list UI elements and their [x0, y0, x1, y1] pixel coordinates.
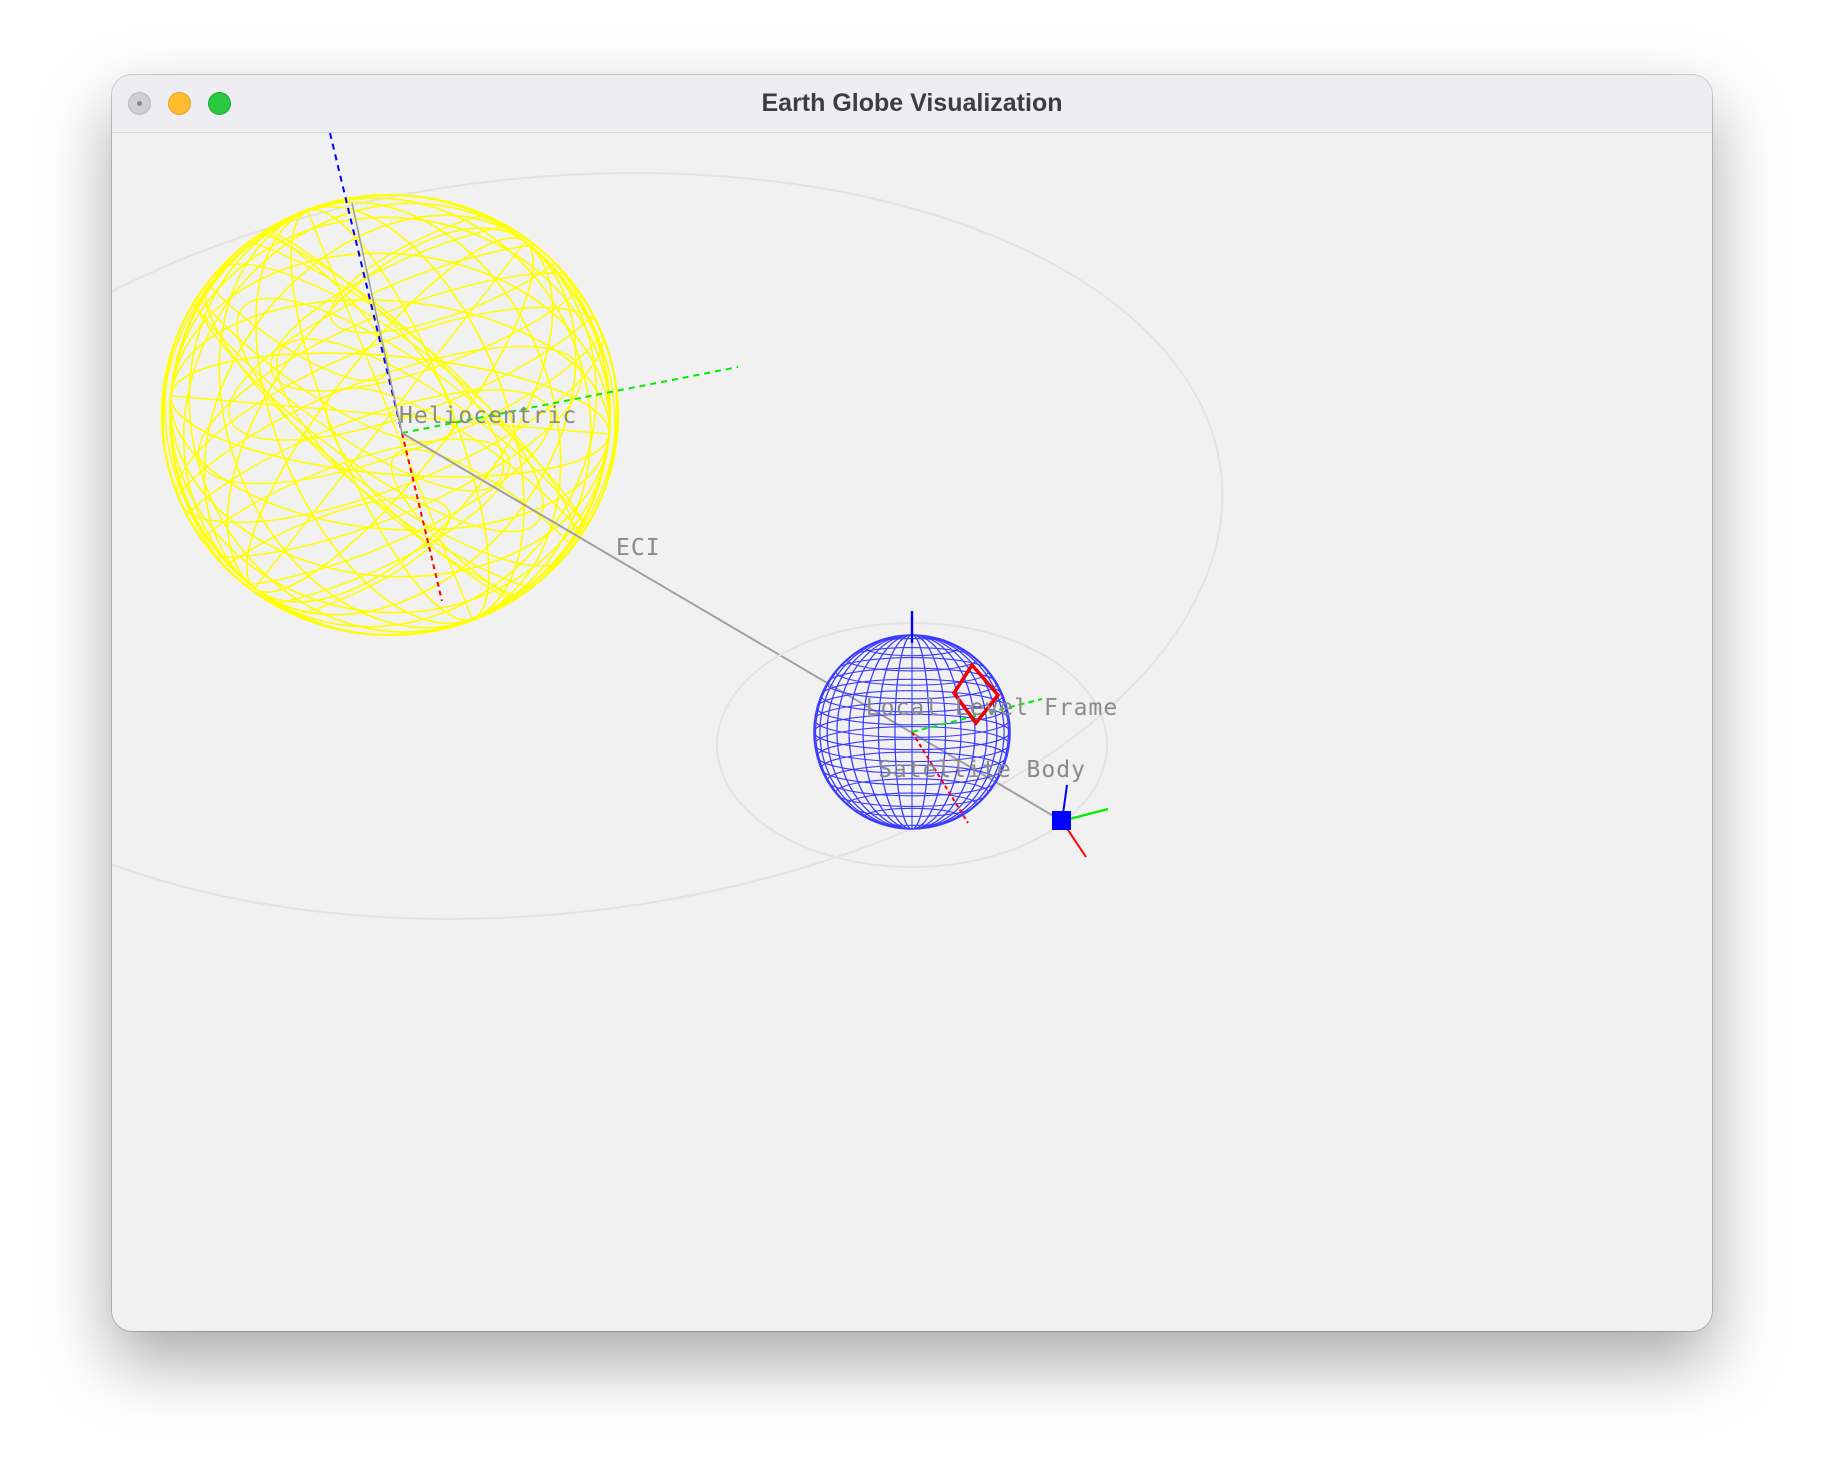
window-title: Earth Globe Visualization — [761, 89, 1063, 117]
heliocentric-axes — [329, 133, 739, 602]
satellite-marker[interactable] — [1052, 784, 1109, 858]
scene-canvas[interactable]: Heliocentric ECI Local Level Frame Satel… — [112, 133, 1712, 1331]
heliocentric-label: Heliocentric — [399, 403, 577, 429]
app-window: Earth Globe Visualization Heliocentric E… — [112, 75, 1712, 1331]
title-bar[interactable]: Earth Globe Visualization — [112, 75, 1712, 133]
sun-wireframe — [160, 193, 620, 637]
local-level-frame-label: Local Level Frame — [866, 695, 1118, 721]
earth-orbit-path — [112, 172, 1224, 920]
satellite-body-label: Satellite Body — [878, 757, 1086, 783]
eci-label: ECI — [616, 535, 661, 561]
